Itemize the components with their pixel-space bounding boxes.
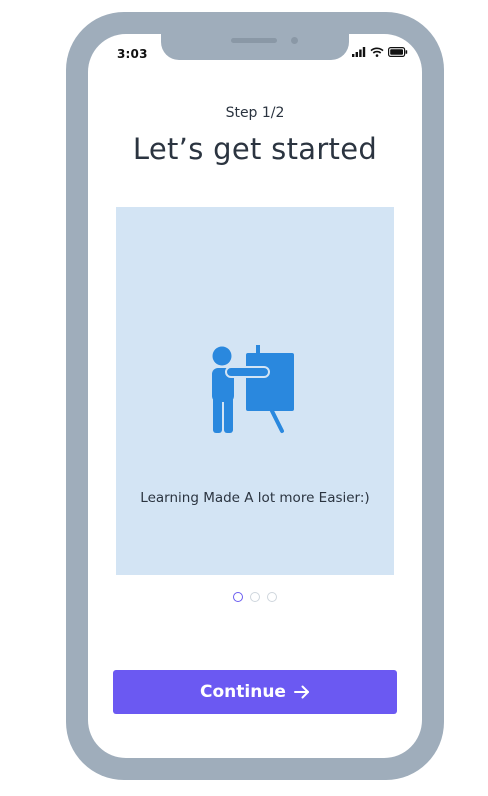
arrow-right-icon xyxy=(293,685,309,699)
status-time: 3:03 xyxy=(117,47,148,61)
wifi-icon xyxy=(370,47,384,57)
page-indicator xyxy=(88,592,422,602)
page-dot[interactable] xyxy=(250,592,260,602)
page: 3:03 Step 1/2 Let’s get started Learning… xyxy=(0,0,488,796)
speaker-grille xyxy=(231,38,277,43)
continue-button[interactable]: Continue xyxy=(113,670,397,714)
page-dot-active[interactable] xyxy=(233,592,243,602)
illustration-card: Learning Made A lot more Easier:) xyxy=(116,207,394,575)
page-dot[interactable] xyxy=(267,592,277,602)
illustration-caption: Learning Made A lot more Easier:) xyxy=(140,490,370,506)
teacher-at-board-icon xyxy=(212,345,294,433)
status-icons xyxy=(352,47,408,57)
step-indicator: Step 1/2 xyxy=(225,105,285,121)
page-title: Let’s get started xyxy=(132,132,378,166)
signal-icon xyxy=(352,47,366,57)
phone-screen: 3:03 Step 1/2 Let’s get started Learning… xyxy=(88,34,422,758)
phone-notch xyxy=(161,34,349,60)
battery-icon xyxy=(388,47,408,57)
continue-label: Continue xyxy=(200,682,286,702)
front-camera xyxy=(291,37,298,44)
